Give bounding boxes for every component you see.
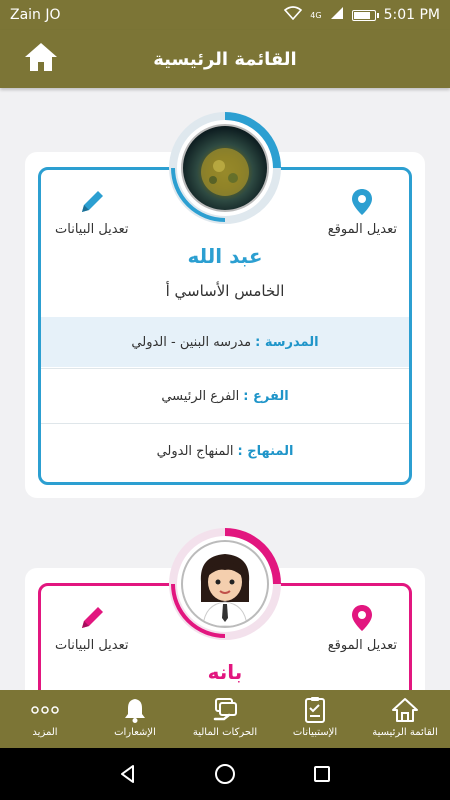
student-name: عبد الله bbox=[187, 244, 263, 268]
home-button[interactable] bbox=[22, 38, 60, 76]
curriculum-row: المنهاج : المنهاج الدولي bbox=[41, 426, 409, 476]
student-list[interactable]: تعديل الموقع تعديل البيانات عبد الله الخ… bbox=[0, 88, 450, 690]
school-row: المدرسة : مدرسه البنين - الدولي bbox=[41, 317, 409, 367]
edit-location-button[interactable]: تعديل الموقع bbox=[328, 604, 397, 653]
nav-payments-label: الحركات المالية bbox=[192, 727, 258, 738]
more-icon bbox=[31, 706, 59, 714]
nav-surveys[interactable]: الإستبيانات bbox=[270, 690, 360, 748]
home-icon bbox=[392, 698, 418, 722]
nav-more[interactable]: المزيد bbox=[0, 690, 90, 748]
bottom-navigation: المزيد الإشعارات الحركات المالية الإستبي… bbox=[0, 690, 450, 748]
back-icon[interactable] bbox=[118, 764, 138, 784]
carrier-label: Zain JO bbox=[10, 7, 61, 23]
student-avatar[interactable] bbox=[169, 112, 281, 224]
status-bar: Zain JO 4G 5:01 PM bbox=[0, 0, 450, 30]
branch-row: الفرع : الفرع الرئيسي bbox=[41, 371, 409, 421]
bell-icon bbox=[125, 699, 145, 723]
wifi-icon bbox=[284, 6, 303, 24]
pencil-icon bbox=[81, 191, 103, 212]
school-value: مدرسه البنين - الدولي bbox=[131, 334, 252, 350]
edit-data-button[interactable]: تعديل البيانات bbox=[55, 188, 129, 237]
location-pin-icon bbox=[352, 189, 373, 215]
student-name: بانه bbox=[207, 660, 243, 684]
girl-avatar-icon bbox=[200, 554, 250, 626]
system-navigation-bar bbox=[0, 748, 450, 800]
nav-notifications-label: الإشعارات bbox=[114, 727, 156, 738]
avatar-photo bbox=[181, 540, 269, 628]
branch-key: الفرع : bbox=[243, 388, 289, 404]
edit-data-label: تعديل البيانات bbox=[55, 638, 129, 653]
recents-icon[interactable] bbox=[312, 764, 332, 784]
curriculum-value: المنهاج الدولي bbox=[156, 443, 234, 459]
app-bar: القائمة الرئيسية bbox=[0, 30, 450, 88]
student-card[interactable]: تعديل الموقع تعديل البيانات بانه bbox=[25, 528, 425, 690]
signal-icon bbox=[330, 6, 344, 24]
network-type: 4G bbox=[310, 10, 322, 20]
edit-data-button[interactable]: تعديل البيانات bbox=[55, 604, 129, 653]
row-divider bbox=[41, 368, 409, 369]
pencil-icon bbox=[81, 607, 103, 628]
page-title: القائمة الرئيسية bbox=[153, 48, 297, 70]
edit-location-label: تعديل الموقع bbox=[327, 222, 397, 237]
battery-icon bbox=[351, 9, 379, 21]
edit-data-label: تعديل البيانات bbox=[55, 222, 129, 237]
payments-icon bbox=[213, 698, 237, 721]
nav-notifications[interactable]: الإشعارات bbox=[90, 690, 180, 748]
location-pin-icon bbox=[352, 605, 373, 631]
nav-more-label: المزيد bbox=[32, 727, 58, 738]
system-home-icon[interactable] bbox=[214, 763, 236, 785]
survey-icon bbox=[305, 697, 325, 723]
school-key: المدرسة : bbox=[255, 334, 319, 350]
row-divider bbox=[41, 423, 409, 424]
planet-image bbox=[201, 148, 249, 196]
student-avatar[interactable] bbox=[169, 528, 281, 640]
branch-value: الفرع الرئيسي bbox=[161, 388, 240, 404]
avatar-photo bbox=[181, 124, 269, 212]
student-card[interactable]: تعديل الموقع تعديل البيانات عبد الله الخ… bbox=[25, 112, 425, 498]
nav-home-label: القائمة الرئيسية bbox=[372, 727, 438, 738]
edit-location-label: تعديل الموقع bbox=[327, 638, 397, 653]
nav-payments[interactable]: الحركات المالية bbox=[180, 690, 270, 748]
edit-location-button[interactable]: تعديل الموقع bbox=[328, 188, 397, 237]
nav-surveys-label: الإستبيانات bbox=[292, 727, 338, 738]
home-icon bbox=[25, 43, 57, 71]
nav-home[interactable]: القائمة الرئيسية bbox=[360, 690, 450, 748]
clock: 5:01 PM bbox=[383, 7, 440, 23]
curriculum-key: المنهاج : bbox=[237, 443, 294, 459]
student-grade: الخامس الأساسي أ bbox=[165, 282, 285, 300]
